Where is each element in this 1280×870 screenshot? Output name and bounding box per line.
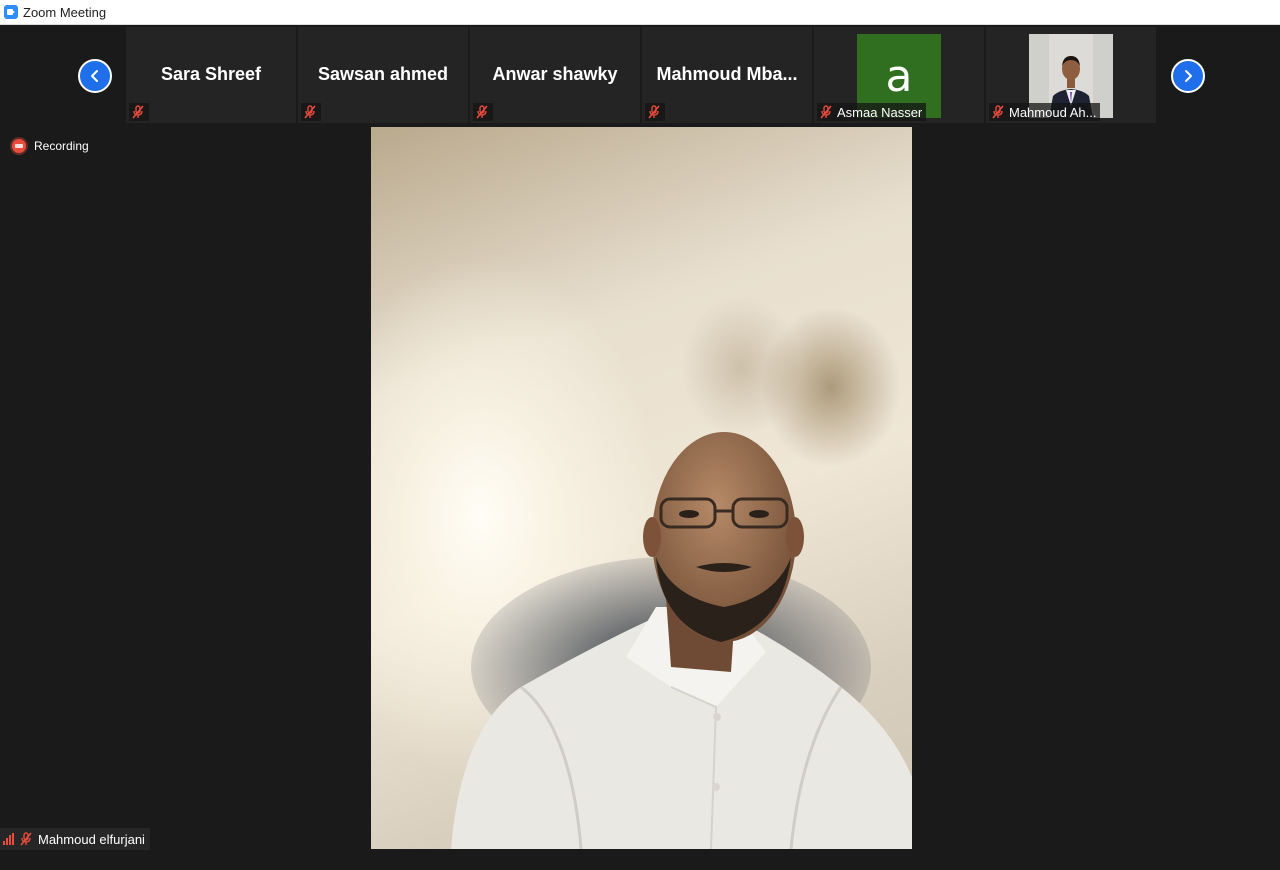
participant-status [473, 103, 493, 121]
recording-label: Recording [34, 139, 89, 153]
participant-tile[interactable]: Mahmoud Mba... [642, 27, 812, 123]
participant-name: Sawsan ahmed [317, 64, 449, 84]
participant-tile[interactable]: Mahmoud Ah... [986, 27, 1156, 123]
next-page-button[interactable] [1171, 59, 1205, 93]
participant-name: Mahmoud Ah... [1009, 104, 1097, 120]
active-speaker-label: Mahmoud elfurjani [0, 828, 150, 850]
participant-name: Asmaa Nasser [837, 104, 923, 120]
title-bar: Zoom Meeting [0, 0, 1280, 25]
participant-tile[interactable]: Anwar shawky [470, 27, 640, 123]
window-title: Zoom Meeting [23, 4, 107, 20]
mic-muted-icon [992, 105, 1004, 119]
participant-tile[interactable]: Sara Shreef [126, 27, 296, 123]
chevron-left-icon [91, 70, 98, 82]
mic-muted-icon [820, 105, 832, 119]
participant-tile[interactable]: a Asmaa Nasser [814, 27, 984, 123]
participant-name: Anwar shawky [492, 64, 618, 84]
mic-muted-icon [20, 832, 32, 846]
chevron-right-icon [1185, 70, 1192, 82]
participant-status [129, 103, 149, 121]
participant-status [645, 103, 665, 121]
participant-strip: Sara Shreef Sawsan ahmed Anwar shawky Ma… [0, 25, 1280, 125]
connection-signal-icon [3, 833, 14, 845]
mic-muted-icon [648, 105, 660, 119]
recording-icon [12, 139, 26, 153]
mic-muted-icon [476, 105, 488, 119]
mic-muted-icon [304, 105, 316, 119]
participant-name: Sara Shreef [160, 64, 262, 84]
participant-status [301, 103, 321, 121]
participant-name: Mahmoud Mba... [656, 64, 798, 84]
previous-page-button[interactable] [78, 59, 112, 93]
participant-tile[interactable]: Sawsan ahmed [298, 27, 468, 123]
speaker-video-frame [451, 432, 912, 849]
mic-muted-icon [132, 105, 144, 119]
participant-status: Asmaa Nasser [817, 103, 927, 121]
recording-indicator[interactable]: Recording [12, 139, 89, 153]
active-speaker-video[interactable] [371, 127, 912, 849]
participant-status: Mahmoud Ah... [989, 103, 1101, 121]
zoom-camera-icon [4, 5, 18, 19]
speaker-name: Mahmoud elfurjani [38, 831, 145, 847]
